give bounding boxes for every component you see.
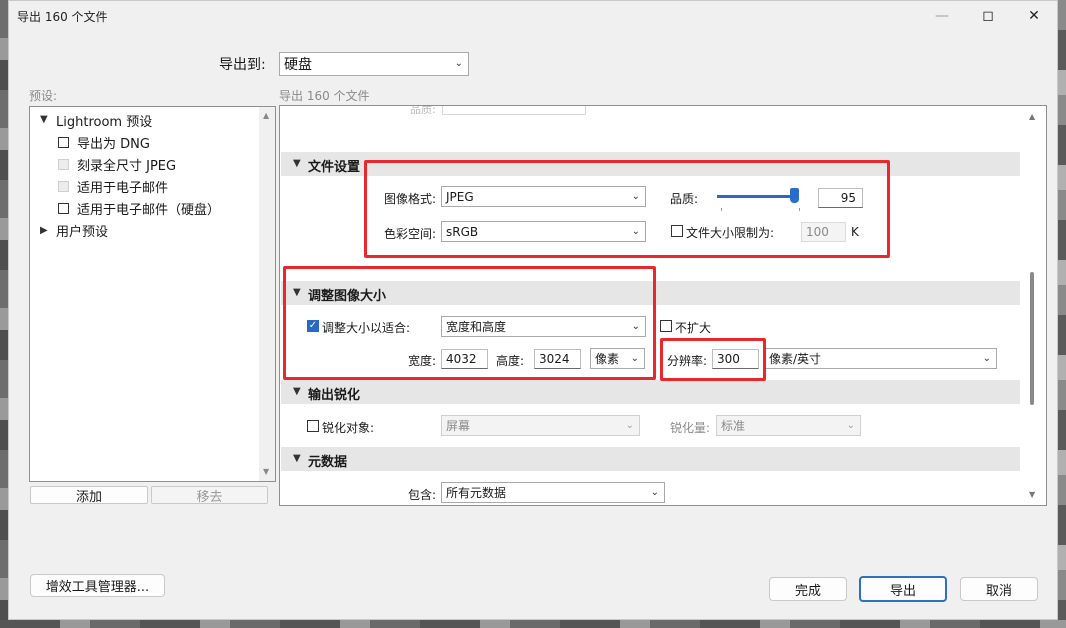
highlight-file-settings	[364, 160, 890, 258]
metadata-include-label: 包含:	[408, 488, 437, 502]
sharpen-amount-label: 锐化量:	[670, 421, 711, 435]
cancel-button[interactable]: 取消	[960, 577, 1038, 601]
resolution-unit-value: 像素/英寸	[769, 352, 822, 366]
preset-checkbox-jpeg[interactable]	[58, 159, 69, 170]
scroll-down-icon[interactable]: ▼	[1029, 490, 1035, 499]
chevron-down-icon: ⌄	[625, 419, 634, 431]
scroll-down-icon[interactable]: ▼	[263, 467, 269, 476]
remove-preset-button[interactable]: 移去	[151, 486, 268, 505]
presets-scrollbar[interactable]: ▲ ▼	[259, 107, 275, 481]
preset-checkbox-dng[interactable]	[58, 137, 69, 148]
preset-group-lightroom[interactable]: Lightroom 预设	[56, 111, 152, 130]
triangle-down-icon: ▼	[293, 453, 301, 464]
presets-label: 预设:	[29, 89, 58, 103]
export-to-label: 导出到:	[219, 57, 266, 73]
sharpen-for-checkbox[interactable]	[307, 420, 319, 432]
triangle-down-icon[interactable]: ▼	[40, 114, 48, 125]
scroll-thumb[interactable]	[1030, 272, 1034, 405]
add-preset-button[interactable]: 添加	[30, 486, 148, 505]
export-button[interactable]: 导出	[859, 576, 947, 602]
scroll-up-icon[interactable]: ▲	[263, 111, 269, 120]
section-title: 元数据	[308, 455, 348, 470]
triangle-down-icon: ▼	[293, 386, 301, 397]
done-button[interactable]: 完成	[769, 577, 847, 601]
resolution-unit-select[interactable]: 像素/英寸 ⌄	[764, 348, 997, 369]
highlight-resize	[283, 266, 656, 380]
dont-enlarge-label: 不扩大	[675, 321, 712, 335]
content-header: 导出 160 个文件	[279, 89, 370, 103]
preset-checkbox-email[interactable]	[58, 181, 69, 192]
preset-group-user[interactable]: 用户预设	[56, 221, 108, 240]
chevron-down-icon: ⌄	[454, 57, 463, 69]
export-to-select[interactable]: 硬盘 ⌄	[279, 52, 469, 76]
plugin-manager-button[interactable]: 增效工具管理器...	[30, 574, 165, 597]
section-title: 文件设置	[308, 160, 361, 175]
export-to-value: 硬盘	[284, 57, 312, 73]
triangle-down-icon: ▼	[293, 158, 301, 169]
preset-item-email[interactable]: 适用于电子邮件	[77, 177, 168, 196]
highlight-resolution	[660, 338, 766, 381]
close-icon[interactable]: ✕	[1011, 1, 1057, 31]
settings-scrollbar[interactable]: ▲ ▼	[1022, 106, 1046, 505]
sharpen-for-select[interactable]: 屏幕 ⌄	[441, 415, 640, 436]
cut-off-field	[442, 106, 586, 115]
chevron-down-icon: ⌄	[982, 352, 991, 364]
sharpen-amount-value: 标准	[721, 419, 746, 433]
background-photo-right	[1058, 0, 1066, 628]
scroll-up-icon[interactable]: ▲	[1029, 112, 1035, 121]
preset-item-dng[interactable]: 导出为 DNG	[77, 133, 150, 152]
minimize-icon[interactable]: —	[919, 1, 965, 31]
export-dialog: 导出 160 个文件 — ◻ ✕ 导出到: 硬盘 ⌄ 预设: 导出 160 个文…	[8, 0, 1058, 620]
metadata-include-value: 所有元数据	[446, 486, 507, 500]
section-title: 输出锐化	[308, 388, 361, 403]
section-metadata[interactable]: ▼ 元数据	[281, 447, 1020, 471]
chevron-down-icon: ⌄	[846, 419, 855, 431]
preset-item-jpeg[interactable]: 刻录全尺寸 JPEG	[77, 155, 176, 174]
cut-off-label: 品质:	[410, 106, 436, 114]
dont-enlarge-checkbox[interactable]	[660, 320, 672, 332]
metadata-include-select[interactable]: 所有元数据 ⌄	[441, 482, 665, 503]
chevron-down-icon: ⌄	[650, 486, 659, 498]
preset-checkbox-email-disk[interactable]	[58, 203, 69, 214]
window-title: 导出 160 个文件	[17, 10, 108, 24]
sharpen-amount-select[interactable]: 标准 ⌄	[716, 415, 861, 436]
preset-item-email-disk[interactable]: 适用于电子邮件（硬盘）	[77, 199, 220, 218]
background-photo-left	[0, 0, 8, 628]
export-settings-panel: 品质: ▼ 文件设置 图像格式: JPEG ⌄ 品质: 95 色彩空间: sRG…	[279, 105, 1047, 506]
background-photo-bottom	[0, 620, 1066, 628]
section-output-sharpening[interactable]: ▼ 输出锐化	[281, 380, 1020, 404]
presets-tree: ▼ Lightroom 预设 导出为 DNG 刻录全尺寸 JPEG 适用于电子邮…	[29, 106, 276, 482]
sharpen-for-value: 屏幕	[446, 419, 471, 433]
sharpen-for-label: 锐化对象:	[322, 421, 375, 435]
triangle-right-icon[interactable]: ▶	[40, 225, 48, 236]
maximize-icon[interactable]: ◻	[965, 1, 1011, 31]
